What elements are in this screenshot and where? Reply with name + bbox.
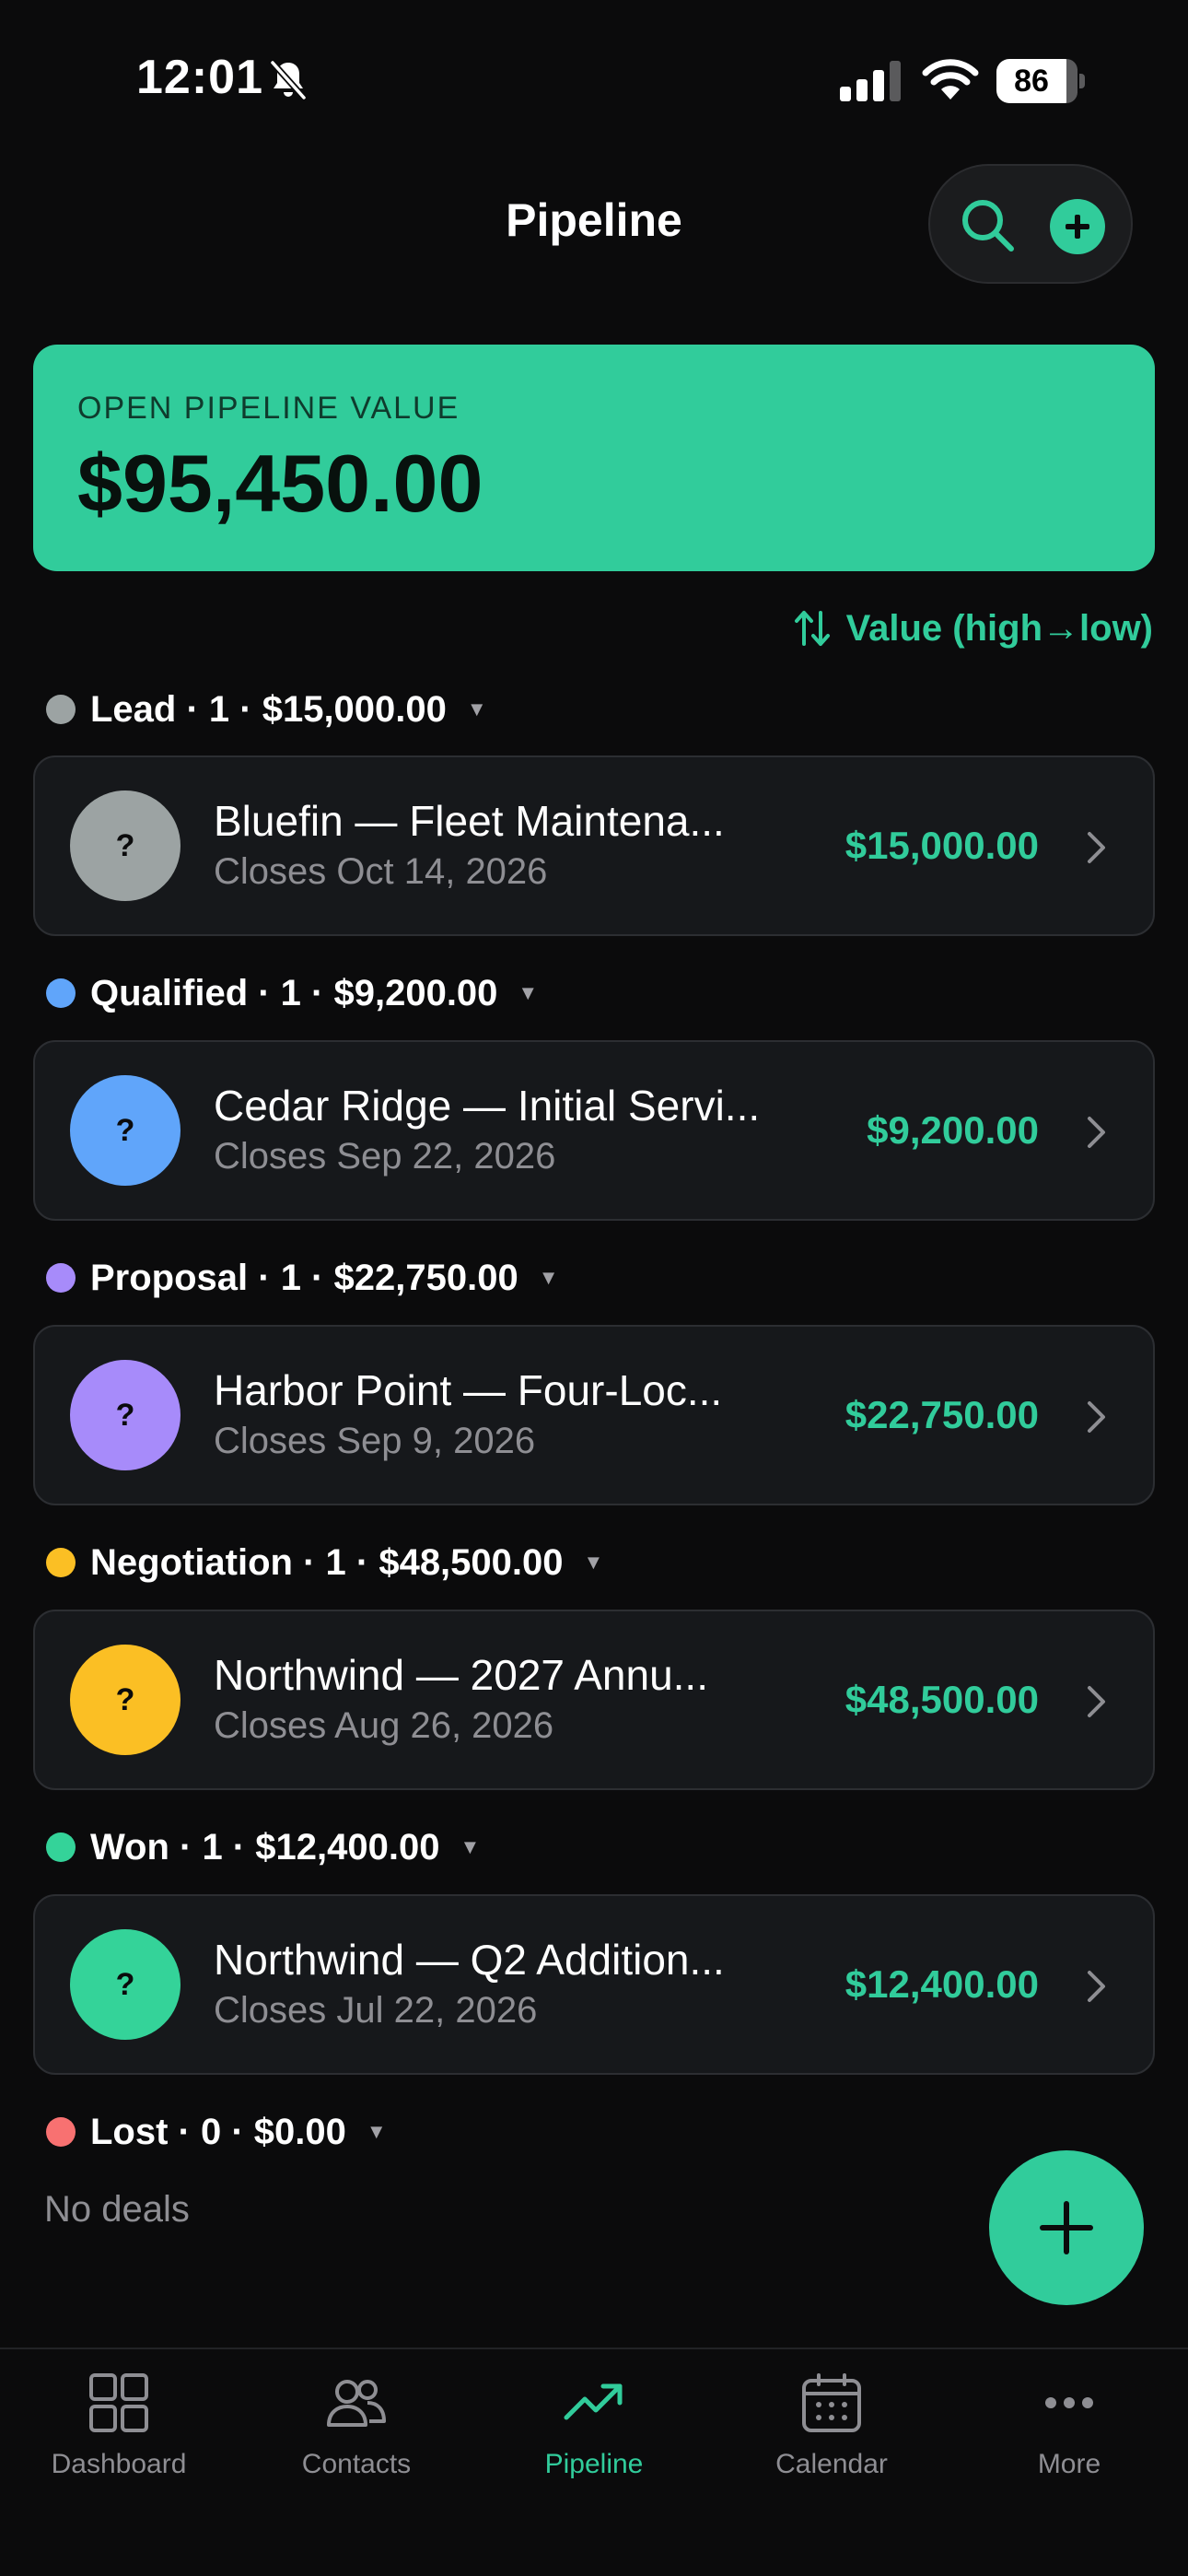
sort-label: Value (high→low) (845, 607, 1153, 649)
sort-button[interactable]: Value (high→low) (791, 603, 1153, 654)
group-title: Lead · 1 · $15,000.00 (90, 688, 447, 730)
avatar: ? (70, 1360, 181, 1470)
group-header-won[interactable]: Won · 1 · $12,400.00 ▼ (46, 1821, 480, 1873)
group-header-lost[interactable]: Lost · 0 · $0.00 ▼ (46, 2106, 387, 2158)
status-dot (46, 1263, 76, 1293)
tab-label: More (1037, 2449, 1101, 2479)
tab-dashboard[interactable]: Dashboard (0, 2371, 238, 2491)
deal-close-date: Closes Jul 22, 2026 (214, 1990, 538, 2031)
chevron-right-icon (1088, 1401, 1105, 1433)
cellular-signal-icon (840, 61, 901, 101)
deal-card[interactable]: ? Northwind — 2027 Annu... Closes Aug 26… (33, 1610, 1155, 1790)
status-dot (46, 1832, 76, 1862)
tab-more[interactable]: More (950, 2371, 1188, 2491)
tab-contacts[interactable]: Contacts (238, 2371, 475, 2491)
empty-state-text: No deals (44, 2189, 190, 2230)
avatar: ? (70, 1645, 181, 1755)
tab-label: Calendar (775, 2449, 888, 2479)
deal-amount: $15,000.00 (844, 824, 1039, 867)
status-dot (46, 1548, 76, 1577)
avatar: ? (70, 1929, 181, 2040)
group-title: Won · 1 · $12,400.00 (90, 1826, 440, 1868)
search-icon[interactable] (958, 195, 1019, 256)
group-header-proposal[interactable]: Proposal · 1 · $22,750.00 ▼ (46, 1252, 558, 1304)
deal-card[interactable]: ? Harbor Point — Four-Loc... Closes Sep … (33, 1325, 1155, 1505)
plus-icon (1040, 2201, 1093, 2254)
deal-card[interactable]: ? Northwind — Q2 Addition... Closes Jul … (33, 1894, 1155, 2075)
group-title: Qualified · 1 · $9,200.00 (90, 972, 498, 1013)
avatar: ? (70, 790, 181, 901)
wifi-icon (922, 59, 979, 100)
pipeline-summary-card: OPEN PIPELINE VALUE $95,450.00 (33, 345, 1155, 571)
tab-label: Pipeline (544, 2449, 644, 2479)
deal-title: Northwind — Q2 Addition... (214, 1936, 725, 1984)
group-header-lead[interactable]: Lead · 1 · $15,000.00 ▼ (46, 684, 487, 735)
group-header-negotiation[interactable]: Negotiation · 1 · $48,500.00 ▼ (46, 1537, 603, 1588)
group-title: Proposal · 1 · $22,750.00 (90, 1257, 518, 1298)
battery-indicator: 86 (996, 59, 1085, 103)
chevron-right-icon (1088, 1686, 1105, 1717)
battery-level: 86 (1014, 64, 1049, 99)
tab-bar: Dashboard Contacts Pipeline Calendar Mor… (0, 2348, 1188, 2576)
tab-label: Dashboard (51, 2449, 187, 2479)
deal-title: Bluefin — Fleet Maintena... (214, 797, 725, 845)
deal-title: Northwind — 2027 Annu... (214, 1651, 708, 1699)
summary-label: OPEN PIPELINE VALUE (77, 391, 460, 426)
trend-up-icon (564, 2383, 623, 2420)
deal-close-date: Closes Aug 26, 2026 (214, 1705, 554, 1746)
tab-calendar[interactable]: Calendar (713, 2371, 950, 2491)
status-dot (46, 695, 76, 724)
grid-icon (89, 2373, 148, 2432)
chevron-right-icon (1088, 832, 1105, 863)
deal-close-date: Closes Sep 22, 2026 (214, 1136, 556, 1177)
group-header-qualified[interactable]: Qualified · 1 · $9,200.00 ▼ (46, 967, 538, 1019)
caret-down-icon: ▼ (460, 1835, 481, 1858)
deal-amount: $48,500.00 (844, 1678, 1039, 1721)
caret-down-icon: ▼ (518, 981, 539, 1004)
deal-card[interactable]: ? Cedar Ridge — Initial Servi... Closes … (33, 1040, 1155, 1221)
caret-down-icon: ▼ (466, 697, 487, 720)
floating-add-button[interactable] (989, 2150, 1144, 2305)
tab-pipeline[interactable]: Pipeline (475, 2371, 713, 2491)
tab-label: Contacts (301, 2449, 412, 2479)
add-deal-button[interactable] (1050, 199, 1105, 254)
deal-card[interactable]: ? Bluefin — Fleet Maintena... Closes Oct… (33, 755, 1155, 936)
deal-title: Harbor Point — Four-Loc... (214, 1366, 723, 1414)
status-dot (46, 978, 76, 1008)
people-icon (327, 2380, 386, 2427)
status-dot (46, 2117, 76, 2147)
chevron-right-icon (1088, 1971, 1105, 2002)
group-title: Lost · 0 · $0.00 (90, 2111, 346, 2152)
deal-amount: $22,750.00 (844, 1393, 1039, 1436)
caret-down-icon: ▼ (366, 2120, 387, 2143)
caret-down-icon: ▼ (538, 1266, 559, 1289)
summary-value: $95,450.00 (77, 438, 483, 529)
header-actions (928, 164, 1133, 284)
deal-close-date: Closes Sep 9, 2026 (214, 1421, 536, 1461)
deal-close-date: Closes Oct 14, 2026 (214, 851, 548, 892)
deal-amount: $9,200.00 (867, 1108, 1039, 1152)
chevron-right-icon (1088, 1117, 1105, 1148)
avatar: ? (70, 1075, 181, 1186)
status-time: 12:01 (136, 51, 263, 104)
pipeline-screen: 12:01 86 Pipeline OPEN PIPELINE VALUE $9… (0, 0, 1188, 2576)
group-title: Negotiation · 1 · $48,500.00 (90, 1541, 564, 1583)
deal-amount: $12,400.00 (844, 1962, 1039, 2006)
caret-down-icon: ▼ (583, 1551, 604, 1574)
bell-muted-icon (269, 59, 308, 101)
calendar-icon (802, 2373, 861, 2432)
sort-arrows-icon (794, 611, 830, 646)
deal-title: Cedar Ridge — Initial Servi... (214, 1082, 761, 1130)
status-bar: 12:01 86 (0, 0, 1188, 157)
more-icon (1045, 2397, 1093, 2408)
